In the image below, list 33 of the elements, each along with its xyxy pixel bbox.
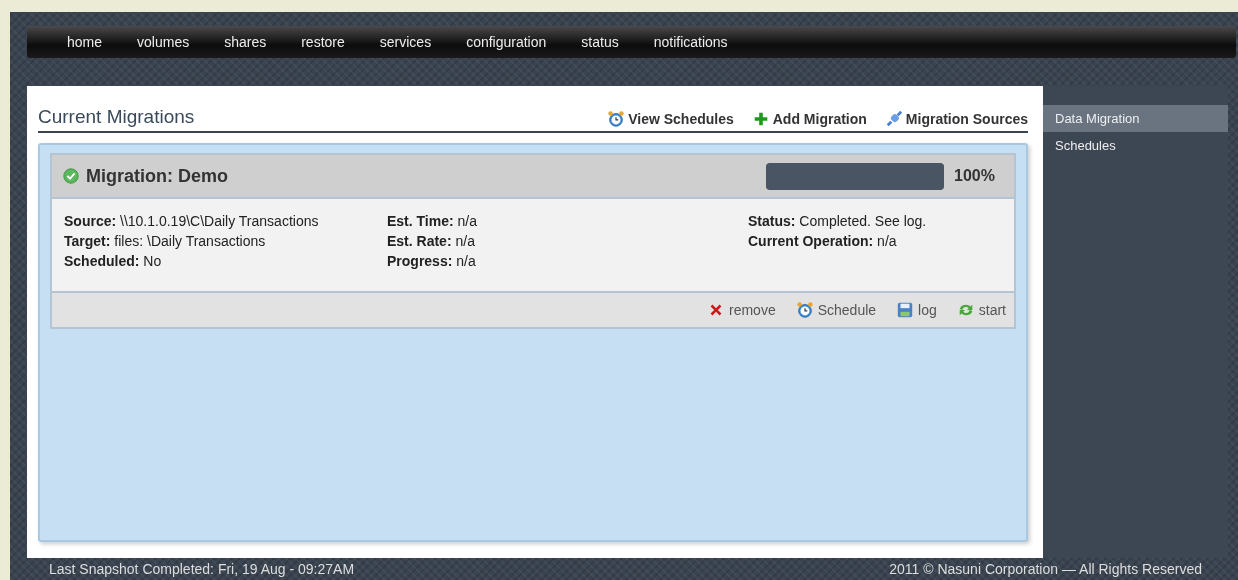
migration-title: Migration: Demo — [86, 165, 229, 187]
action-link[interactable]: View Schedules — [607, 110, 734, 128]
detail-text: Target: files: \Daily Transactions — [64, 233, 267, 249]
nav-link[interactable]: home — [67, 34, 103, 50]
sidebar-item[interactable]: Schedules — [1043, 132, 1228, 159]
nav-link[interactable]: status — [581, 34, 619, 50]
card-action[interactable]: start — [956, 301, 1006, 319]
card-action[interactable]: remove — [707, 301, 776, 319]
detail-text: Est. Rate: n/a — [387, 233, 476, 249]
action-link[interactable]: Migration Sources — [884, 110, 1028, 128]
detail-text: Est. Time: n/a — [387, 213, 478, 229]
nav-link[interactable]: services — [379, 34, 432, 50]
detail-text: Scheduled: No — [64, 253, 163, 269]
card-action[interactable]: log — [896, 301, 937, 319]
card-action[interactable]: Schedule — [795, 301, 877, 319]
alarm-clock-icon — [795, 301, 814, 319]
nav-link[interactable]: shares — [224, 34, 267, 50]
nav-link[interactable]: volumes — [137, 34, 190, 50]
nav-link[interactable]: configuration — [466, 34, 547, 50]
nav-link[interactable]: notifications — [653, 34, 728, 50]
detail-text: Current Operation: n/a — [748, 233, 898, 249]
sidebar-item[interactable]: Data Migration — [1043, 105, 1228, 132]
nav-link[interactable]: restore — [301, 34, 345, 50]
detail-text: Status: Completed. See log. — [748, 213, 927, 229]
detail-text: Progress: n/a — [387, 253, 477, 269]
progress-percent: 100% — [954, 167, 996, 185]
detail-text: Source: \\10.1.0.19\C\Daily Transactions — [64, 213, 320, 229]
page-title: Current Migrations — [38, 106, 195, 128]
alarm-clock-icon — [607, 110, 626, 128]
plug-icon — [884, 110, 903, 128]
action-link[interactable]: Add Migration — [751, 110, 867, 128]
snapshot-status: Last Snapshot Completed: Fri, 19 Aug - 09:27AM — [49, 561, 355, 577]
copyright-text: 2011 © Nasuni Corporation — All Rights Reserved — [889, 561, 1202, 577]
